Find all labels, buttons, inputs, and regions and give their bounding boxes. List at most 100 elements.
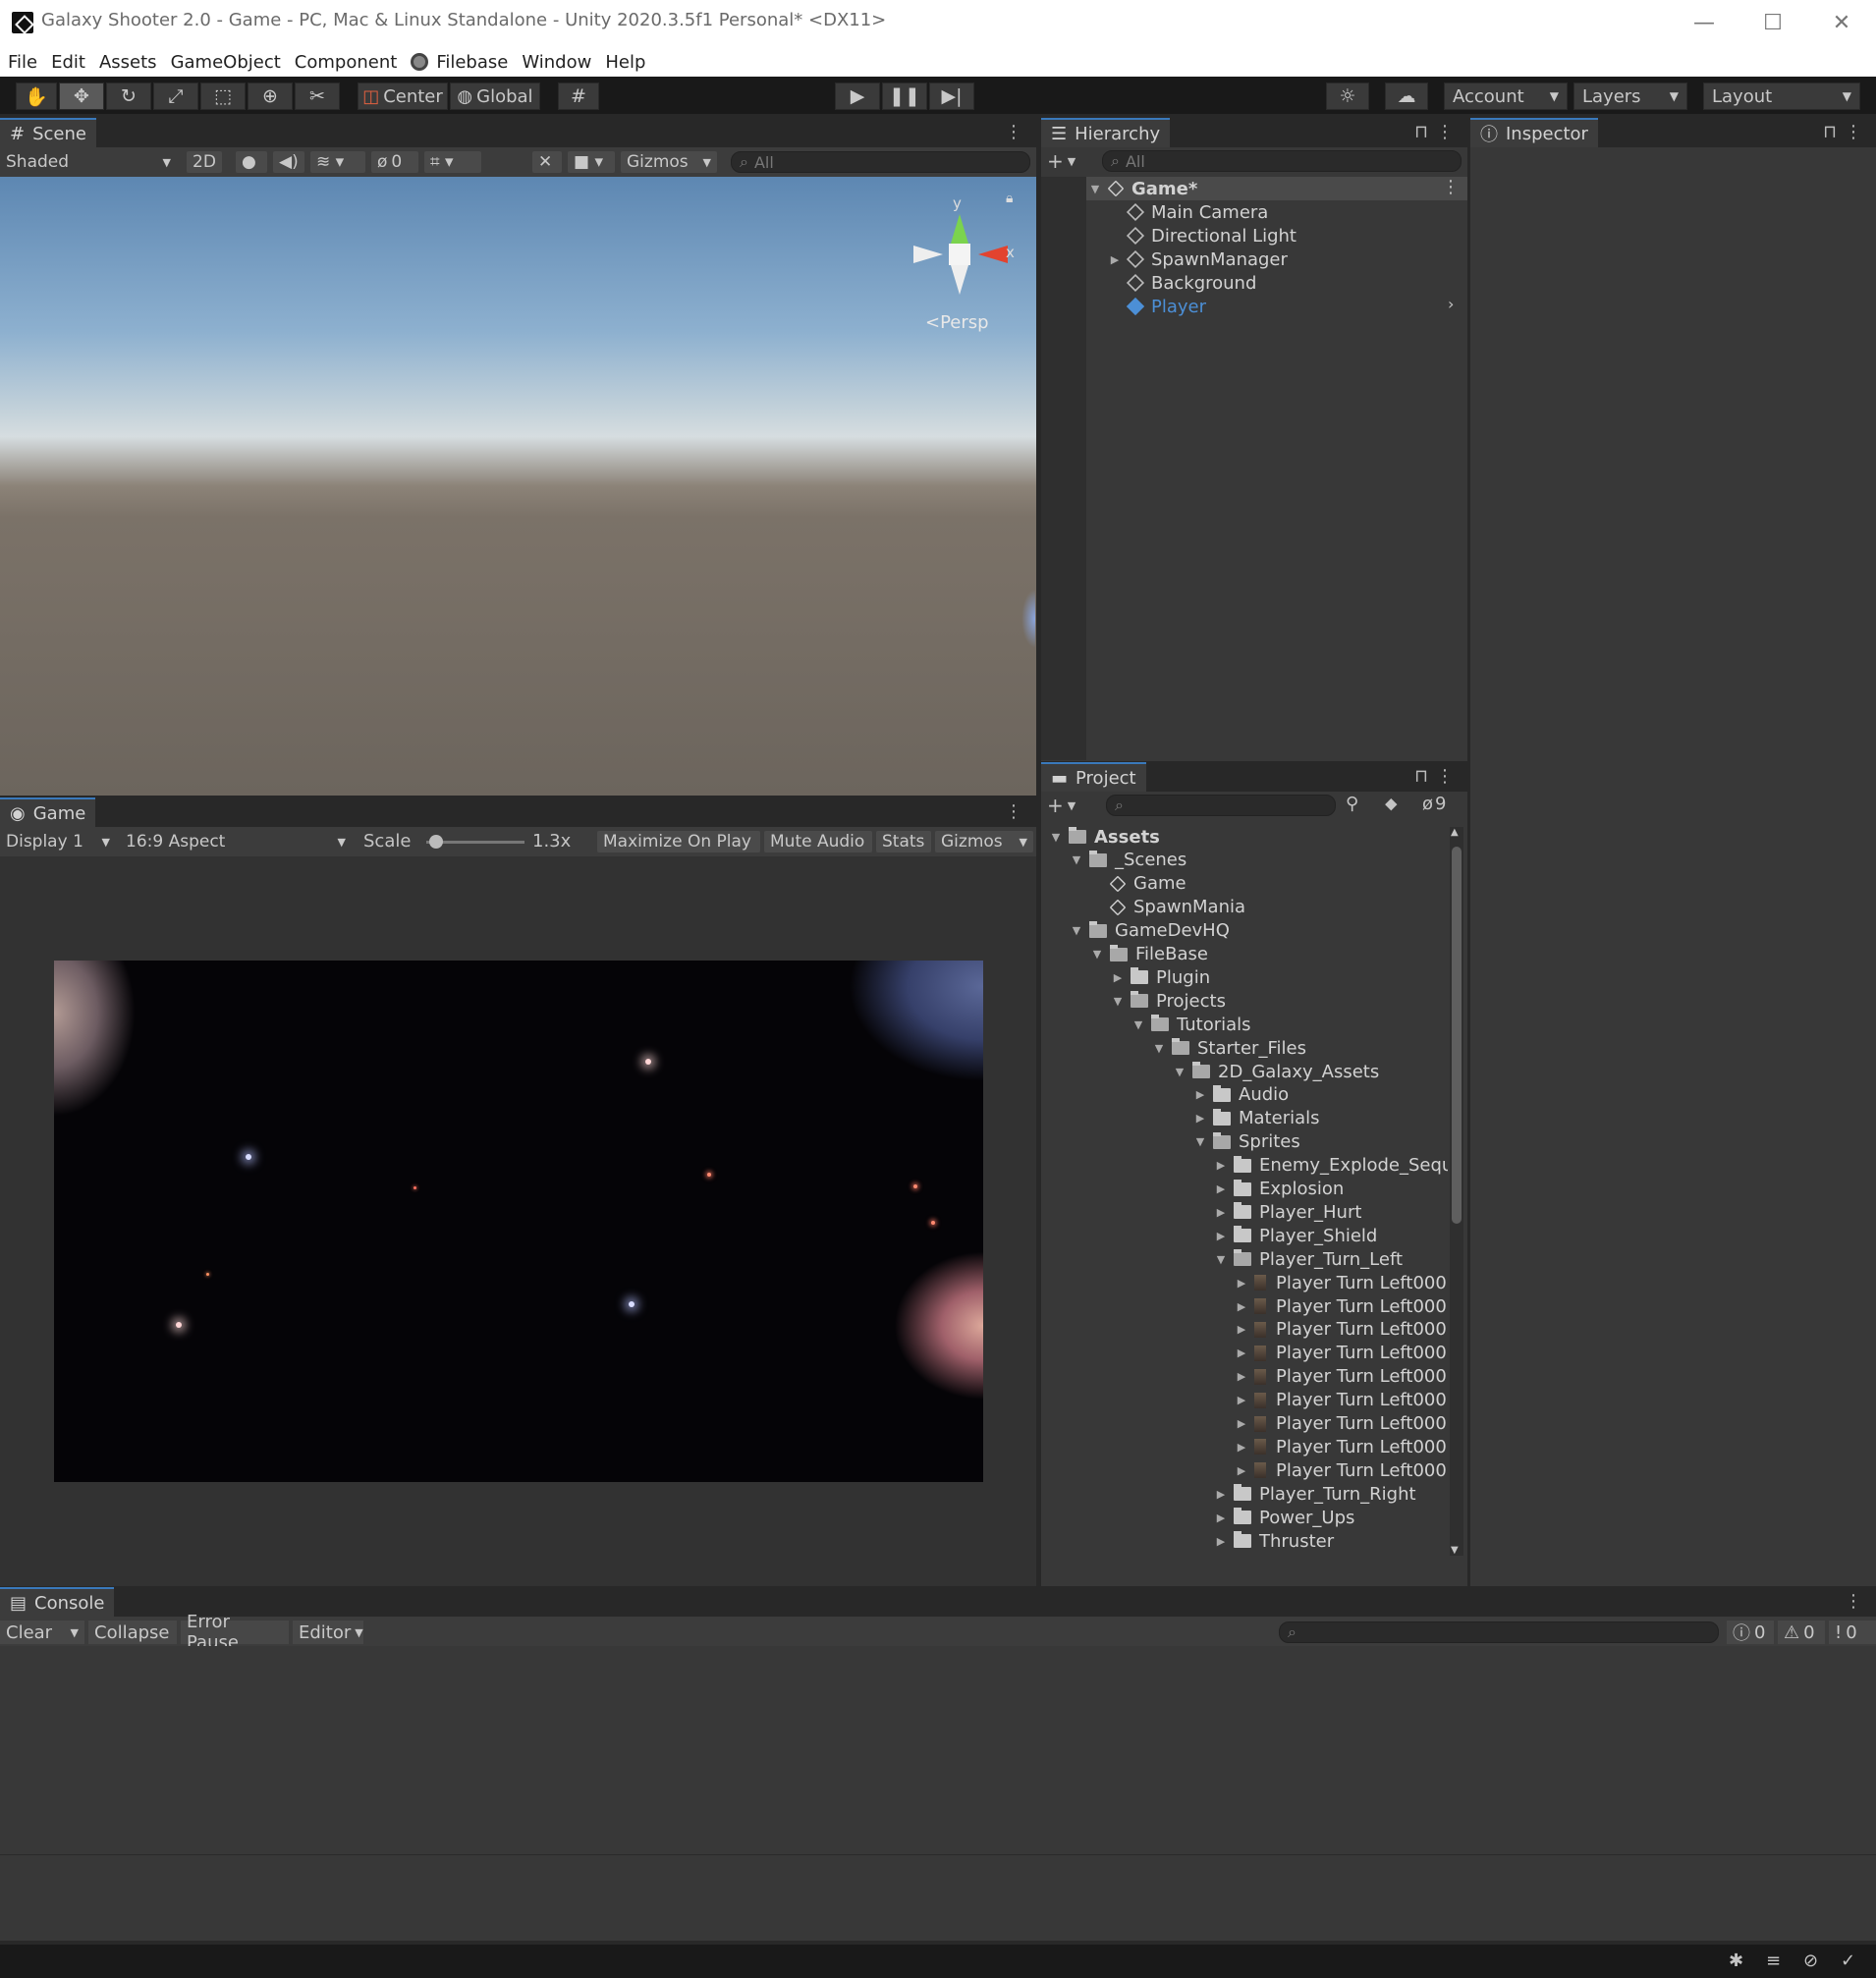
hierarchy-item-directional-light[interactable]: Directional Light xyxy=(1108,224,1297,247)
project-tree-item[interactable]: ▼ 2D_Galaxy_Assets xyxy=(1173,1060,1379,1083)
project-tree-item[interactable]: ▶ Enemy_Explode_Seque xyxy=(1214,1154,1448,1178)
editor-dropdown[interactable]: Editor ▼ xyxy=(293,1621,363,1644)
check-icon[interactable]: ✓ xyxy=(1841,1951,1855,1971)
scale-tool-button[interactable]: ⤢ xyxy=(153,82,198,110)
lock-icon[interactable]: ⊓ xyxy=(1414,122,1428,142)
expand-arrow-icon[interactable]: ▶ xyxy=(1235,1417,1248,1430)
scroll-up-icon[interactable]: ▲ xyxy=(1451,827,1459,838)
tools-toggle[interactable]: ✕ xyxy=(532,151,562,173)
project-scrollbar-thumb[interactable] xyxy=(1452,847,1462,1224)
maximize-on-play-toggle[interactable]: Maximize On Play xyxy=(597,831,760,852)
expand-arrow-icon[interactable]: ▶ xyxy=(1193,1088,1207,1101)
aspect-dropdown[interactable]: 16:9 Aspect ▼ xyxy=(120,831,352,852)
project-tree-item[interactable]: ▶ Player Turn Left000 xyxy=(1235,1412,1447,1436)
menu-window[interactable]: Window xyxy=(522,52,591,73)
pause-button[interactable]: ❚❚ xyxy=(882,82,927,110)
project-tree-item[interactable]: ▶ Player_Hurt xyxy=(1214,1200,1362,1224)
scene-viewport[interactable]: y x 🔒︎ <Persp xyxy=(0,177,1036,796)
project-search-input[interactable]: ⌕ xyxy=(1106,795,1336,816)
pivot-center-button[interactable]: ◫ Center xyxy=(358,82,448,110)
expand-arrow-icon[interactable]: ▶ xyxy=(1235,1370,1248,1383)
display-dropdown[interactable]: Display 1 ▼ xyxy=(0,831,116,852)
scene-search-input[interactable]: ⌕ All xyxy=(731,151,1030,173)
collapse-toggle[interactable]: Collapse xyxy=(88,1621,177,1644)
project-tree-item[interactable]: ▶ Player Turn Left000 xyxy=(1235,1271,1447,1294)
console-menu-icon[interactable]: ⋮ xyxy=(1845,1591,1862,1612)
expand-arrow-icon[interactable]: ▶ xyxy=(1108,253,1122,266)
expand-arrow-icon[interactable]: ▶ xyxy=(1214,1182,1228,1195)
hierarchy-item-main-camera[interactable]: Main Camera xyxy=(1108,200,1268,224)
project-tree-item[interactable]: ▶ Player Turn Left000 xyxy=(1235,1294,1447,1318)
menu-component[interactable]: Component xyxy=(295,52,398,73)
chevron-right-icon[interactable]: › xyxy=(1448,295,1454,313)
game-gizmos-dropdown[interactable]: Gizmos ▼ xyxy=(935,831,1033,852)
layers-icon[interactable]: ≡ xyxy=(1766,1951,1781,1971)
project-tree-item[interactable]: Game xyxy=(1090,872,1186,896)
expand-arrow-icon[interactable]: ▼ xyxy=(1152,1042,1166,1055)
project-tree-item[interactable]: ▼ Starter_Files xyxy=(1152,1036,1306,1060)
project-tree-item[interactable]: ▶ Player_Shield xyxy=(1214,1224,1378,1247)
project-tree-item[interactable]: ▶ Player Turn Left000 xyxy=(1235,1458,1447,1482)
hierarchy-create-button[interactable]: + ▼ xyxy=(1047,149,1086,173)
project-tree-item[interactable]: ▼ Sprites xyxy=(1193,1130,1300,1154)
lock-icon[interactable]: 🔒︎ xyxy=(1006,191,1013,206)
scene-gizmos-dropdown[interactable]: Gizmos ▼ xyxy=(621,151,717,173)
axis-x-cone[interactable] xyxy=(978,246,1008,263)
expand-arrow-icon[interactable]: ▶ xyxy=(1235,1300,1248,1313)
expand-arrow-icon[interactable]: ▼ xyxy=(1214,1253,1228,1266)
filter-by-type-icon[interactable]: ⚲ xyxy=(1346,794,1358,814)
error-filter-toggle[interactable]: ! 0 xyxy=(1829,1621,1876,1644)
project-hidden-toggle[interactable]: ø9 xyxy=(1422,794,1446,814)
expand-arrow-icon[interactable]: ▼ xyxy=(1049,831,1063,844)
project-create-button[interactable]: + ▼ xyxy=(1047,794,1086,817)
menu-file[interactable]: File xyxy=(8,52,37,73)
toggle-2d-button[interactable]: 2D xyxy=(187,151,222,173)
project-tree-item[interactable]: ▶ Player Turn Left000 xyxy=(1235,1435,1447,1458)
expand-arrow-icon[interactable]: ▶ xyxy=(1235,1323,1248,1336)
scale-slider-handle[interactable] xyxy=(429,835,443,849)
project-menu-icon[interactable]: ⋮ xyxy=(1436,766,1454,787)
gizmo-center-cube[interactable] xyxy=(949,244,970,265)
error-pause-toggle[interactable]: Error Pause xyxy=(181,1612,289,1653)
stats-toggle[interactable]: Stats xyxy=(876,831,931,852)
expand-arrow-icon[interactable]: ▼ xyxy=(1131,1018,1145,1031)
mute-audio-toggle[interactable]: Mute Audio xyxy=(764,831,872,852)
project-tree-item[interactable]: ▶ Materials xyxy=(1193,1107,1320,1130)
tab-console[interactable]: ▤ Console xyxy=(0,1587,115,1617)
hierarchy-scene-row[interactable]: ▼ Game* xyxy=(1088,177,1198,200)
expand-arrow-icon[interactable]: ▶ xyxy=(1214,1206,1228,1219)
expand-arrow-icon[interactable]: ▶ xyxy=(1235,1394,1248,1406)
project-tree-item[interactable]: ▼ GameDevHQ xyxy=(1070,919,1230,943)
scene-menu-icon[interactable]: ⋮ xyxy=(1005,122,1022,142)
expand-arrow-icon[interactable]: ▼ xyxy=(1070,924,1083,937)
expand-arrow-icon[interactable]: ▶ xyxy=(1111,971,1125,984)
lock-icon[interactable]: ⊓ xyxy=(1414,766,1428,787)
lock-icon[interactable]: ⊓ xyxy=(1823,122,1837,142)
layers-dropdown[interactable]: Layers ▼ xyxy=(1573,82,1687,110)
effects-toggle[interactable]: ≋ ▾ xyxy=(310,151,365,173)
menu-filebase[interactable]: Filebase xyxy=(436,52,508,73)
scale-slider-track[interactable] xyxy=(426,835,524,849)
rotate-tool-button[interactable]: ↻ xyxy=(106,82,151,110)
account-dropdown[interactable]: Account ▼ xyxy=(1444,82,1568,110)
grid-snap-button[interactable]: # xyxy=(558,82,599,110)
expand-arrow-icon[interactable]: ▶ xyxy=(1193,1112,1207,1125)
project-tree-item[interactable]: ▼ Assets xyxy=(1049,825,1160,849)
expand-arrow-icon[interactable]: ▼ xyxy=(1090,948,1104,961)
tab-inspector[interactable]: ⓘ Inspector xyxy=(1470,118,1598,147)
expand-arrow-icon[interactable]: ▶ xyxy=(1235,1464,1248,1477)
project-tree-item[interactable]: ▶ Power_Ups xyxy=(1214,1506,1355,1529)
menu-help[interactable]: Help xyxy=(605,52,645,73)
filter-by-label-icon[interactable]: ⬥ xyxy=(1385,794,1398,814)
custom-tool-button[interactable]: ✂ xyxy=(295,82,340,110)
audio-toggle[interactable]: ◀) xyxy=(273,151,304,173)
expand-arrow-icon[interactable]: ▶ xyxy=(1214,1230,1228,1242)
console-search-input[interactable]: ⌕ xyxy=(1279,1621,1719,1643)
game-menu-icon[interactable]: ⋮ xyxy=(1005,801,1022,822)
grid-toggle[interactable]: ⌗ ▾ xyxy=(424,151,481,173)
expand-arrow-icon[interactable]: ▼ xyxy=(1173,1066,1186,1078)
project-tree-item[interactable]: ▶ Plugin xyxy=(1111,965,1210,989)
layout-dropdown[interactable]: Layout ▼ xyxy=(1703,82,1860,110)
rect-tool-button[interactable]: ⬚ xyxy=(200,82,246,110)
camera-dropdown[interactable]: ■ ▾ xyxy=(568,151,615,173)
